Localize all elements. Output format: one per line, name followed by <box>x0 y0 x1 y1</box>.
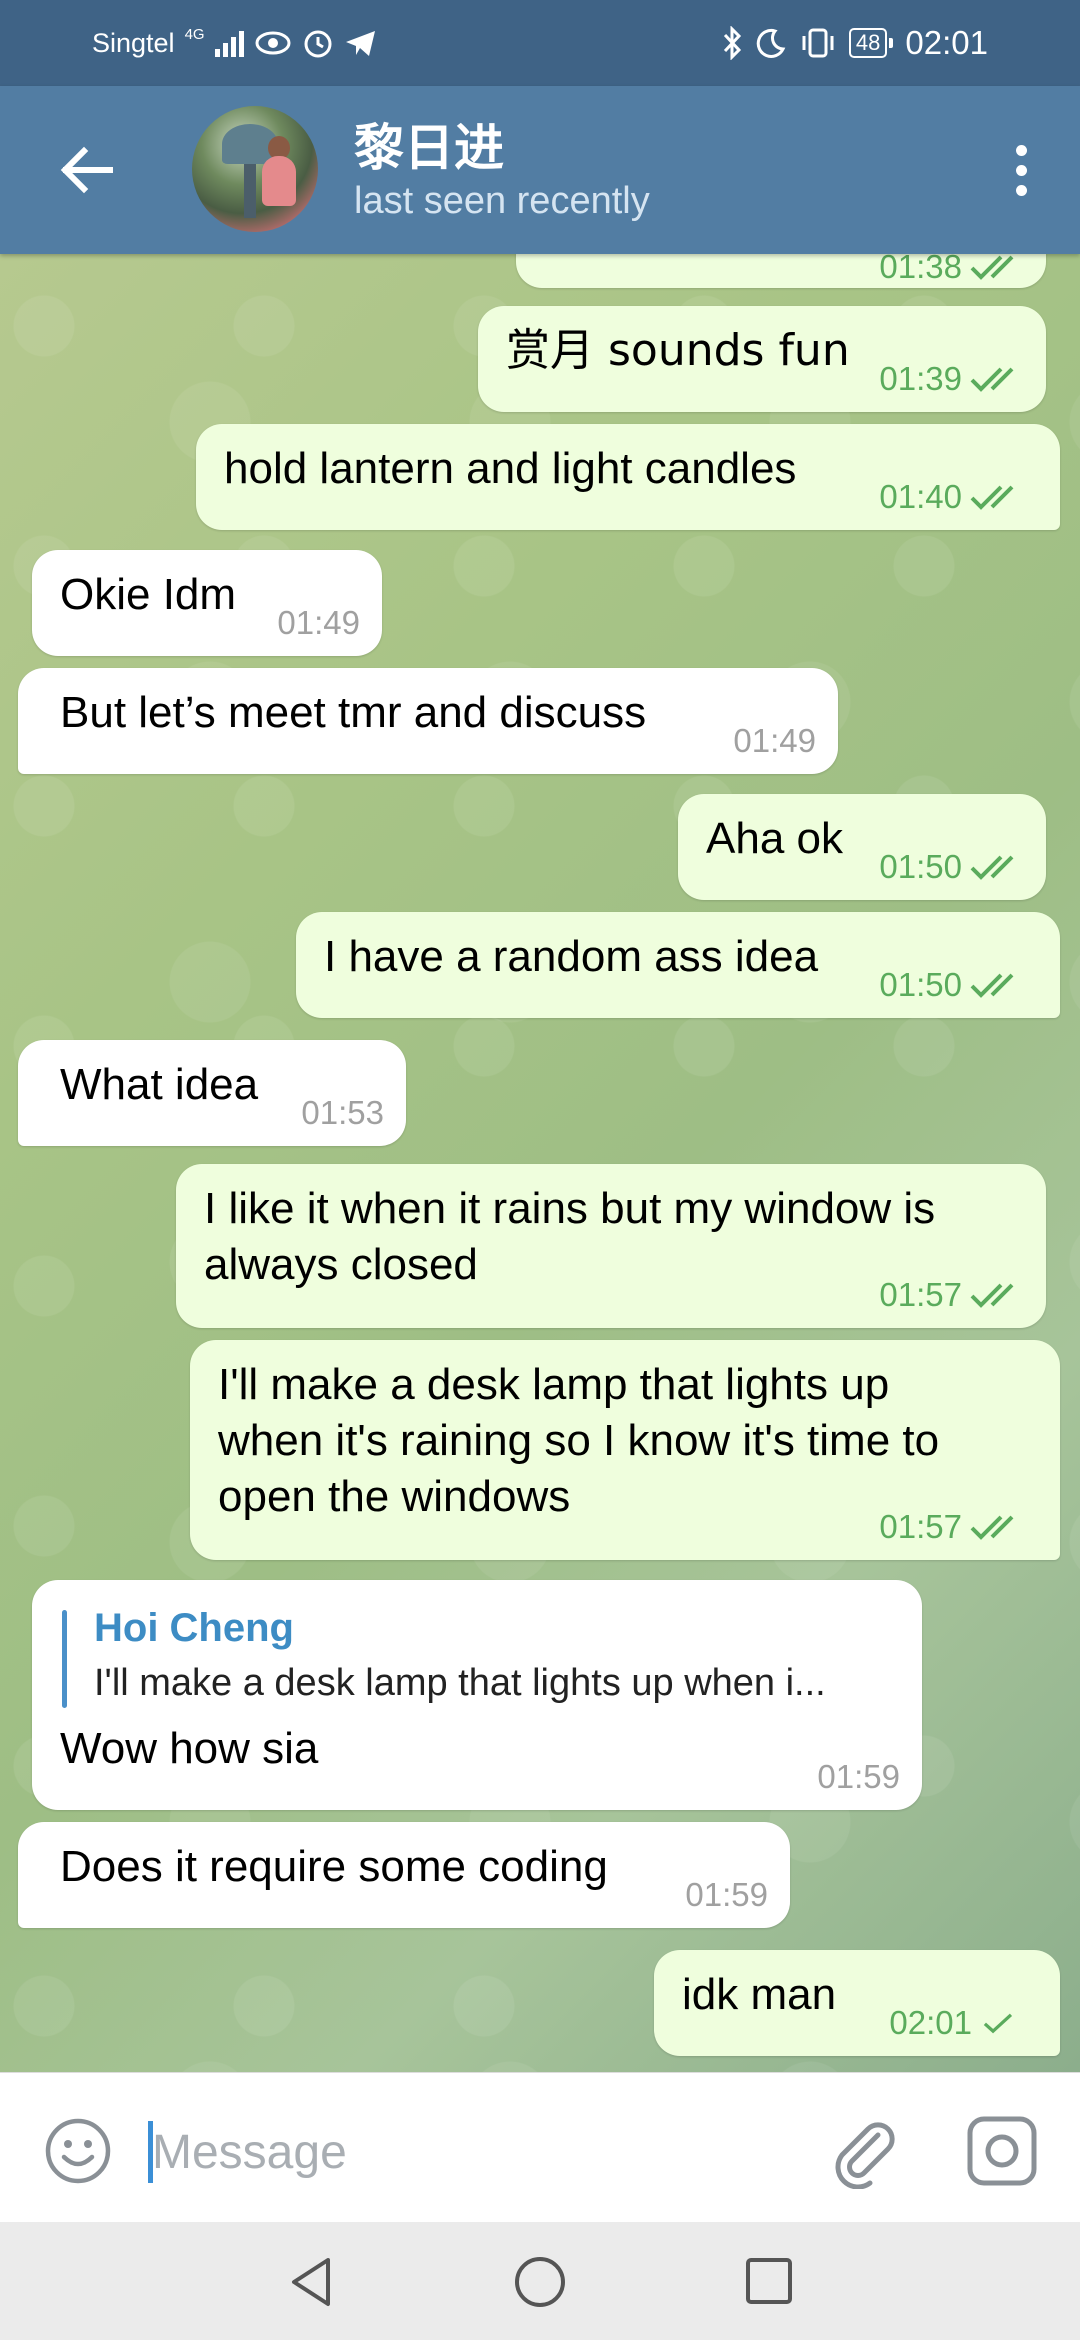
message-text-line: always closed <box>204 1240 478 1289</box>
message-bubble[interactable]: 赏月 sounds fun 01:39 <box>478 306 1046 412</box>
telegram-icon <box>345 31 375 56</box>
message-time: 01:53 <box>301 1094 384 1131</box>
message-time: 01:50 <box>879 966 962 1003</box>
reply-sender-name[interactable]: Hoi Cheng <box>94 1606 294 1651</box>
bluetooth-icon <box>723 26 742 60</box>
single-check-icon <box>983 2013 1013 2034</box>
eye-icon <box>255 31 291 55</box>
message-text: hold lantern and light candles <box>224 444 797 493</box>
nav-home-icon[interactable] <box>512 2254 568 2310</box>
battery-level: 48 <box>848 28 888 58</box>
message-bubble[interactable]: I like it when it rains but my window is… <box>176 1164 1046 1328</box>
message-composer <box>0 2072 1080 2223</box>
nav-back-icon[interactable] <box>284 2254 340 2310</box>
paperclip-icon[interactable] <box>826 2113 902 2189</box>
contact-name[interactable]: 黎日进 <box>354 108 504 180</box>
message-meta: 01:57 <box>879 1508 1024 1546</box>
message-text: I have a random ass idea <box>324 932 819 981</box>
double-check-icon <box>970 485 1014 510</box>
message-text: But let’s meet tmr and discuss <box>60 688 647 737</box>
message-meta: 01:38 <box>879 254 1024 286</box>
message-bubble[interactable]: So ur hous out 01:38 <box>516 254 1046 288</box>
arrow-left-icon[interactable] <box>48 130 128 210</box>
double-check-icon <box>970 1283 1014 1308</box>
message-time: 01:59 <box>685 1876 768 1913</box>
message-time: 01:40 <box>879 478 962 515</box>
message-text-line: open the windows <box>218 1472 571 1521</box>
message-text: Does it require some coding <box>60 1842 608 1891</box>
message-meta: 01:53 <box>301 1094 384 1132</box>
status-bar: Singtel 4G 48 02:01 <box>0 0 1080 86</box>
message-meta: 01:50 <box>879 848 1024 886</box>
chat-header: 黎日进 last seen recently <box>0 86 1080 254</box>
message-bubble[interactable]: But let’s meet tmr and discuss 01:49 <box>18 668 838 774</box>
message-meta: 01:59 <box>817 1758 900 1796</box>
message-text: idk man <box>682 1970 837 2019</box>
message-text: Okie Idm <box>60 570 237 619</box>
double-check-icon <box>970 855 1014 880</box>
status-right: 48 02:01 <box>721 0 988 86</box>
message-meta: 01:39 <box>879 360 1024 398</box>
message-input[interactable] <box>152 2113 792 2191</box>
message-bubble[interactable]: What idea 01:53 <box>18 1040 406 1146</box>
message-time: 01:57 <box>879 1276 962 1313</box>
message-bubble[interactable]: Okie Idm 01:49 <box>32 550 382 656</box>
reply-quoted-text[interactable]: I'll make a desk lamp that lights up whe… <box>94 1662 826 1705</box>
message-meta: 01:57 <box>879 1276 1024 1314</box>
message-meta: 01:49 <box>733 722 816 760</box>
more-vertical-icon[interactable] <box>986 130 1056 210</box>
message-time: 01:57 <box>879 1508 962 1545</box>
double-check-icon <box>970 973 1014 998</box>
double-check-icon <box>970 367 1014 392</box>
clock: 02:01 <box>905 24 988 61</box>
message-text-line: I'll make a desk lamp that lights up <box>218 1360 890 1409</box>
status-left: Singtel 4G <box>92 0 378 86</box>
message-text: Aha ok <box>706 814 843 863</box>
message-bubble[interactable]: hold lantern and light candles 01:40 <box>196 424 1060 530</box>
message-time: 01:49 <box>277 604 360 641</box>
message-meta: 01:40 <box>879 478 1024 516</box>
avatar[interactable] <box>192 106 318 232</box>
message-meta: 01:49 <box>277 604 360 642</box>
battery-icon: 48 <box>848 28 894 58</box>
smiley-icon[interactable] <box>44 2117 112 2185</box>
message-text-line: when it's raining so I know it's time to <box>218 1416 940 1465</box>
double-check-icon <box>970 255 1014 280</box>
message-text: What idea <box>60 1060 259 1109</box>
message-time: 02:01 <box>889 2004 972 2041</box>
last-seen-status: last seen recently <box>354 180 650 222</box>
carrier-label: Singtel <box>92 27 175 58</box>
alarm-icon <box>304 30 332 58</box>
message-time: 01:38 <box>879 254 962 285</box>
reply-accent-bar <box>62 1610 67 1708</box>
message-meta: 02:01 <box>889 2004 1024 2042</box>
message-time: 01:59 <box>817 1758 900 1795</box>
message-text: 赏月 sounds fun <box>506 325 850 376</box>
moon-icon <box>756 28 786 58</box>
signal-icon <box>214 29 244 57</box>
system-navigation-bar <box>0 2222 1080 2340</box>
double-check-icon <box>970 1515 1014 1540</box>
message-text: So ur hous out <box>544 254 830 265</box>
nav-recent-apps-icon[interactable] <box>744 2256 794 2306</box>
message-meta: 01:50 <box>879 966 1024 1004</box>
message-bubble[interactable]: Aha ok 01:50 <box>678 794 1046 900</box>
reply-message-bubble[interactable]: Hoi Cheng I'll make a desk lamp that lig… <box>32 1580 922 1810</box>
message-bubble[interactable]: Does it require some coding 01:59 <box>18 1822 790 1928</box>
message-time: 01:50 <box>879 848 962 885</box>
message-list[interactable]: So ur hous out 01:38 赏月 sounds fun 01:39… <box>0 254 1080 2072</box>
message-time: 01:39 <box>879 360 962 397</box>
instagram-camera-icon[interactable] <box>964 2113 1040 2189</box>
message-text-line: I like it when it rains but my window is <box>204 1184 936 1233</box>
message-time: 01:49 <box>733 722 816 759</box>
message-meta: 01:59 <box>685 1876 768 1914</box>
network-label: 4G <box>184 26 205 43</box>
message-bubble[interactable]: I have a random ass idea 01:50 <box>296 912 1060 1018</box>
message-bubble[interactable]: idk man 02:01 <box>654 1950 1060 2056</box>
vibrate-icon <box>802 28 834 58</box>
message-text: Wow how sia <box>60 1724 319 1773</box>
message-bubble[interactable]: I'll make a desk lamp that lights up whe… <box>190 1340 1060 1560</box>
